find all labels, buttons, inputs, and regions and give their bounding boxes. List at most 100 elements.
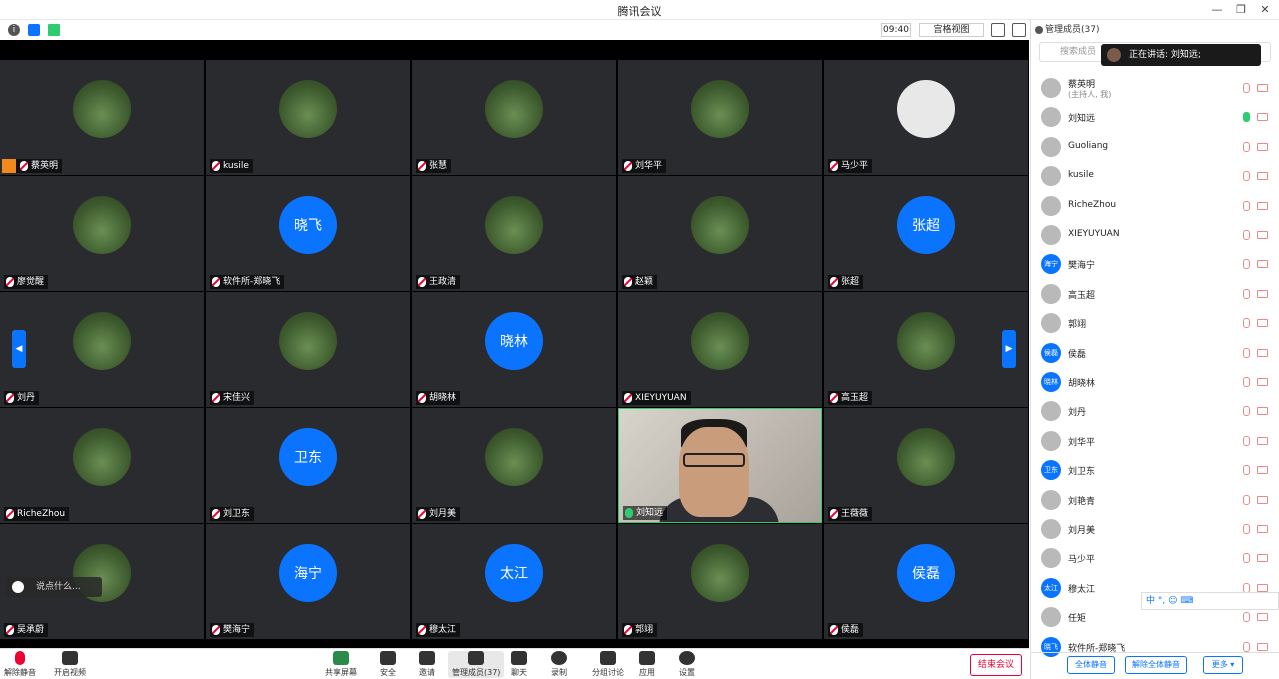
- mic-muted-icon[interactable]: [1243, 318, 1250, 329]
- member-row[interactable]: 海宁 樊海宁: [1031, 250, 1279, 278]
- mic-muted-icon[interactable]: [1243, 524, 1250, 534]
- mic-muted-icon[interactable]: [1243, 83, 1250, 93]
- mic-muted-icon[interactable]: [1243, 377, 1250, 387]
- sidebar-toggle-icon[interactable]: [1012, 23, 1026, 37]
- ime-toolbar[interactable]: 中 °, ☺ ⌨: [1141, 592, 1279, 610]
- participant-tile[interactable]: 晓飞 软件所-郑晓飞: [206, 176, 410, 291]
- participant-tile[interactable]: 王政清: [412, 176, 616, 291]
- camera-off-icon[interactable]: [1257, 201, 1268, 210]
- close-icon[interactable]: ✕: [1255, 1, 1275, 19]
- member-row[interactable]: XIEYUYUAN: [1031, 221, 1279, 249]
- camera-off-icon[interactable]: [1257, 348, 1268, 357]
- camera-off-icon[interactable]: [1257, 554, 1268, 563]
- camera-off-icon[interactable]: [1257, 142, 1268, 151]
- camera-off-icon[interactable]: [1257, 525, 1268, 533]
- camera-off-icon[interactable]: [1257, 407, 1268, 416]
- record-button[interactable]: 录制: [551, 651, 567, 678]
- camera-off-icon[interactable]: [1257, 436, 1268, 445]
- mic-muted-icon[interactable]: [1243, 171, 1250, 182]
- next-page-arrow-icon[interactable]: ▶: [1002, 330, 1016, 368]
- mic-muted-icon[interactable]: [1243, 141, 1250, 152]
- camera-off-icon[interactable]: [1257, 84, 1268, 92]
- camera-off-icon[interactable]: [1257, 113, 1268, 122]
- emoji-icon[interactable]: [12, 581, 24, 593]
- chat-button[interactable]: 聊天: [511, 651, 527, 678]
- prev-page-arrow-icon[interactable]: ◀: [12, 330, 26, 368]
- camera-off-icon[interactable]: [1257, 613, 1268, 622]
- mute-all-button[interactable]: 全体静音: [1067, 656, 1115, 674]
- breakout-button[interactable]: 分组讨论: [592, 651, 624, 678]
- mic-muted-icon[interactable]: [1243, 259, 1250, 270]
- restore-icon[interactable]: ❐: [1231, 1, 1251, 19]
- mic-muted-icon[interactable]: [1243, 612, 1250, 623]
- camera-off-icon[interactable]: [1257, 319, 1268, 328]
- participant-tile[interactable]: 张超 张超: [824, 176, 1028, 291]
- security-button[interactable]: 安全: [380, 651, 396, 678]
- camera-off-icon[interactable]: [1257, 260, 1268, 269]
- participant-tile[interactable]: 卫东 刘卫东: [206, 408, 410, 523]
- participant-tile[interactable]: 侯磊 侯磊: [824, 524, 1028, 639]
- minimize-icon[interactable]: —: [1207, 1, 1227, 19]
- member-row[interactable]: 刘艳青: [1031, 486, 1279, 514]
- participant-tile[interactable]: 刘知远: [618, 408, 822, 523]
- participant-tile[interactable]: 海宁 樊海宁: [206, 524, 410, 639]
- member-row[interactable]: Guoliang: [1031, 133, 1279, 161]
- member-row[interactable]: 刘丹: [1031, 397, 1279, 425]
- member-row[interactable]: kusile: [1031, 162, 1279, 190]
- manage-members-button[interactable]: 管理成员(37): [448, 651, 505, 678]
- member-row[interactable]: 卫东 刘卫东: [1031, 456, 1279, 484]
- participant-tile[interactable]: 刘月美: [412, 408, 616, 523]
- chat-input-hint[interactable]: 说点什么...: [6, 577, 102, 597]
- share-screen-button[interactable]: 共享屏幕: [325, 651, 357, 678]
- mic-muted-icon[interactable]: [1243, 406, 1250, 417]
- mic-muted-icon[interactable]: [1243, 553, 1250, 564]
- participant-tile[interactable]: 太江 穆太江: [412, 524, 616, 639]
- mic-muted-icon[interactable]: [1243, 230, 1250, 240]
- start-video-button[interactable]: 开启视频: [54, 651, 86, 678]
- mic-muted-icon[interactable]: [1243, 494, 1250, 505]
- camera-off-icon[interactable]: [1257, 642, 1268, 651]
- apps-button[interactable]: 应用: [639, 651, 655, 678]
- participant-tile[interactable]: 蔡英明: [0, 60, 204, 175]
- member-row[interactable]: 高玉超: [1031, 280, 1279, 308]
- participant-tile[interactable]: 刘丹: [0, 292, 204, 407]
- participant-tile[interactable]: 刘华平: [618, 60, 822, 175]
- settings-button[interactable]: 设置: [679, 651, 695, 678]
- mic-muted-icon[interactable]: [1243, 641, 1250, 652]
- camera-off-icon[interactable]: [1257, 466, 1268, 475]
- participant-tile[interactable]: 马少平: [824, 60, 1028, 175]
- participant-tile[interactable]: 宋佳兴: [206, 292, 410, 407]
- participant-tile[interactable]: 晓林 胡晓林: [412, 292, 616, 407]
- participant-tile[interactable]: XIEYUYUAN: [618, 292, 822, 407]
- member-row[interactable]: 侯磊 侯磊: [1031, 339, 1279, 367]
- mic-muted-icon[interactable]: [1243, 465, 1250, 476]
- member-row[interactable]: 刘月美: [1031, 515, 1279, 543]
- camera-off-icon[interactable]: [1257, 289, 1268, 298]
- invite-button[interactable]: 邀请: [419, 651, 435, 678]
- camera-off-icon[interactable]: [1257, 378, 1268, 386]
- unmute-all-button[interactable]: 解除全体静音: [1125, 656, 1187, 674]
- member-row[interactable]: 郭翊: [1031, 309, 1279, 337]
- member-row[interactable]: RicheZhou: [1031, 192, 1279, 220]
- camera-off-icon[interactable]: [1257, 231, 1268, 239]
- participant-tile[interactable]: 赵颖: [618, 176, 822, 291]
- camera-off-icon[interactable]: [1257, 583, 1268, 592]
- info-icon[interactable]: i: [8, 24, 20, 36]
- more-button[interactable]: 更多 ▾: [1203, 656, 1243, 674]
- mic-muted-icon[interactable]: [1243, 200, 1250, 211]
- signal-icon[interactable]: [48, 24, 60, 36]
- participant-tile[interactable]: 张慧: [412, 60, 616, 175]
- member-row[interactable]: 蔡英明 (主持人, 我): [1031, 74, 1279, 102]
- member-row[interactable]: 马少平: [1031, 544, 1279, 572]
- mic-muted-icon[interactable]: [1243, 347, 1250, 358]
- camera-off-icon[interactable]: [1257, 172, 1268, 181]
- mic-muted-icon[interactable]: [1243, 435, 1250, 446]
- member-row[interactable]: 刘知远: [1031, 103, 1279, 131]
- camera-off-icon[interactable]: [1257, 495, 1268, 504]
- unmute-button[interactable]: 解除静音: [4, 651, 36, 678]
- mic-muted-icon[interactable]: [1243, 288, 1250, 299]
- fullscreen-icon[interactable]: [991, 23, 1005, 37]
- participant-tile[interactable]: RicheZhou: [0, 408, 204, 523]
- participant-tile[interactable]: 郭翊: [618, 524, 822, 639]
- member-row[interactable]: 刘华平: [1031, 427, 1279, 455]
